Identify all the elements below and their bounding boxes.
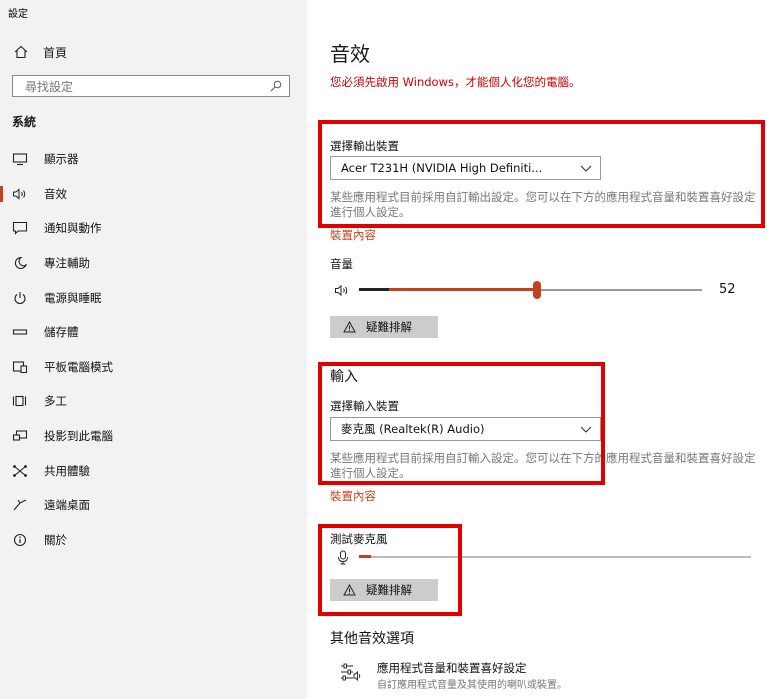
search-input[interactable]: 尋找設定 <box>12 75 290 97</box>
sidebar-item-focus-assist[interactable]: 專注輔助 <box>0 246 307 281</box>
moon-icon <box>14 257 28 270</box>
output-troubleshoot-button[interactable]: 疑難排解 <box>330 316 438 338</box>
share-icon <box>13 464 27 477</box>
activation-warning: 您必須先啟用 Windows，才能個人化您的電腦。 <box>330 75 581 89</box>
settings-window: 設定 首頁 尋找設定 系統 顯示器 音效 通知與動作 專注輔助 電源與睡眠 儲存… <box>0 0 767 699</box>
warning-icon <box>343 321 356 333</box>
sidebar-item-label: 音效 <box>44 186 67 201</box>
sidebar-item-label: 儲存體 <box>44 325 79 340</box>
sidebar-item-label: 遠端桌面 <box>44 498 90 513</box>
monitor-icon <box>12 153 28 166</box>
window-title: 設定 <box>8 9 28 20</box>
mixer-icon <box>341 663 361 682</box>
sidebar-item-sound[interactable]: 音效 <box>0 177 307 212</box>
sidebar-item-label: 通知與動作 <box>44 221 102 236</box>
sidebar-nav: 顯示器 音效 通知與動作 專注輔助 電源與睡眠 儲存體 平板電腦模式 多工 投影… <box>0 142 307 557</box>
app-volume-preferences-link[interactable]: 應用程式音量和裝置喜好設定 自訂應用程式音量及其使用的喇叭或裝置。 <box>340 659 760 691</box>
sidebar-item-label: 多工 <box>44 394 67 409</box>
sidebar-item-power-sleep[interactable]: 電源與睡眠 <box>0 280 307 315</box>
section-label: 系統 <box>12 115 37 129</box>
remote-icon <box>13 499 27 511</box>
app-volume-title: 應用程式音量和裝置喜好設定 <box>377 661 527 675</box>
other-sound-options-heading: 其他音效選項 <box>330 631 414 647</box>
sidebar: 設定 首頁 尋找設定 系統 顯示器 音效 通知與動作 專注輔助 電源與睡眠 儲存… <box>0 0 307 699</box>
power-icon <box>14 291 26 304</box>
home-label: 首頁 <box>43 45 68 60</box>
sidebar-item-project[interactable]: 投影到此電腦 <box>0 419 307 454</box>
tablet-icon <box>12 361 28 373</box>
sidebar-item-display[interactable]: 顯示器 <box>0 142 307 177</box>
home-link[interactable]: 首頁 <box>14 42 67 62</box>
search-placeholder: 尋找設定 <box>25 79 74 94</box>
sidebar-item-storage[interactable]: 儲存體 <box>0 315 307 350</box>
app-volume-description: 自訂應用程式音量及其使用的喇叭或裝置。 <box>377 680 567 691</box>
sidebar-item-label: 平板電腦模式 <box>44 359 113 374</box>
speaker-icon <box>13 188 26 200</box>
sidebar-item-multitasking[interactable]: 多工 <box>0 384 307 419</box>
info-icon <box>13 533 27 546</box>
project-icon <box>12 430 28 441</box>
volume-slider-thumb[interactable] <box>533 281 542 299</box>
sidebar-item-label: 投影到此電腦 <box>44 429 113 444</box>
message-icon <box>12 222 28 236</box>
sidebar-item-about[interactable]: 關於 <box>0 523 307 558</box>
home-icon <box>14 45 28 59</box>
input-device-properties-link[interactable]: 裝置內容 <box>330 488 376 504</box>
storage-icon <box>12 329 28 335</box>
sidebar-item-notifications[interactable]: 通知與動作 <box>0 211 307 246</box>
troubleshoot-label: 疑難排解 <box>366 320 412 334</box>
highlight-box-output <box>318 120 765 228</box>
sidebar-item-shared-experiences[interactable]: 共用體驗 <box>0 453 307 488</box>
multitask-icon <box>12 396 27 407</box>
volume-slider-start <box>359 288 389 291</box>
page-title: 音效 <box>330 42 370 66</box>
sidebar-item-label: 關於 <box>44 532 67 547</box>
output-device-properties-link[interactable]: 裝置內容 <box>330 227 376 243</box>
sidebar-item-remote-desktop[interactable]: 遠端桌面 <box>0 488 307 523</box>
volume-label: 音量 <box>330 257 353 271</box>
sidebar-item-label: 顯示器 <box>44 152 79 167</box>
sidebar-item-label: 專注輔助 <box>44 256 90 271</box>
sidebar-item-label: 電源與睡眠 <box>44 290 102 305</box>
volume-speaker-icon[interactable] <box>334 284 350 297</box>
volume-value: 52 <box>719 282 736 297</box>
highlight-box-mic-test <box>318 524 462 616</box>
search-icon[interactable] <box>270 80 282 92</box>
highlight-box-input <box>318 362 605 485</box>
sidebar-item-label: 共用體驗 <box>44 463 90 478</box>
sidebar-item-tablet-mode[interactable]: 平板電腦模式 <box>0 350 307 385</box>
